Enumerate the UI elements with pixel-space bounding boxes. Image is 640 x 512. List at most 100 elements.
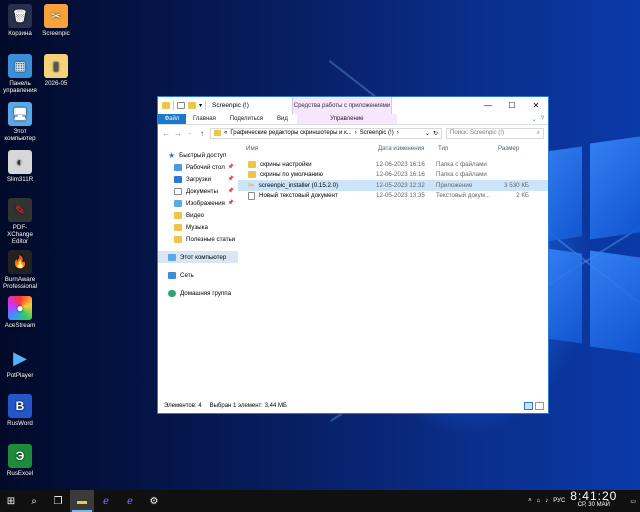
search-input[interactable]: Поиск: Screenpic (!) ⌕ (446, 127, 544, 139)
nav-documents[interactable]: Документы 📌 (158, 185, 238, 197)
taskbar-app-1[interactable]: ℯ (94, 490, 118, 512)
breadcrumb-separator-icon: › (354, 130, 357, 136)
chevron-down-icon[interactable]: ▾ (199, 102, 202, 109)
desktop-icon-control-panel[interactable]: ▦ Панель управления (0, 54, 40, 94)
close-button[interactable]: ✕ (524, 97, 548, 114)
tab-file[interactable]: Файл (158, 114, 186, 124)
taskbar-app-2[interactable]: ℯ (118, 490, 142, 512)
address-bar[interactable]: « Графические редакторы скриншотеры и к.… (210, 127, 442, 139)
start-button[interactable]: ⊞ (0, 490, 22, 512)
desktop-icon-acestream[interactable]: ● AceStream (0, 296, 40, 329)
context-tab-group: Средства работы с приложениями (292, 97, 392, 114)
column-type[interactable]: Тип (438, 145, 498, 152)
taskbar-explorer[interactable]: ▬ (70, 490, 94, 512)
nav-quick-access[interactable]: ★ Быстрый доступ (158, 149, 238, 161)
quick-access-toolbar: ▾ (158, 101, 207, 110)
nav-music[interactable]: Музыка (158, 221, 238, 233)
tab-view[interactable]: Вид (270, 114, 295, 124)
desktop-icon-burnaware[interactable]: 🔥 BurnAware Professional (0, 250, 40, 290)
taskbar-settings[interactable]: ⚙ (142, 490, 166, 512)
document-icon (174, 187, 182, 195)
language-indicator[interactable]: РУС (553, 498, 565, 504)
nav-network[interactable]: Сеть (158, 269, 238, 281)
clock[interactable]: 8:41:20 СР, 30 МАЙ (570, 490, 625, 510)
task-view-icon: ❐ (53, 495, 63, 507)
file-row-selected[interactable]: ✂ screenpic_installer (0.15.2.0) 12-05-20… (238, 180, 548, 191)
desktop-icon-potplayer[interactable]: ▶ PotPlayer (0, 346, 40, 380)
acestream-icon: ● (8, 296, 32, 320)
tab-share[interactable]: Поделиться (223, 114, 270, 124)
breadcrumb-separator-icon: › (396, 130, 399, 136)
slim-icon: ◐ (8, 150, 32, 174)
network-icon[interactable]: ⌂ (537, 498, 541, 504)
desktop-icon-screenpic[interactable]: ✂ Screenpic (36, 4, 76, 37)
breadcrumb-current[interactable]: Screenpic (!) (360, 130, 394, 136)
details-view-button[interactable] (524, 402, 533, 410)
volume-icon[interactable]: ♪ (545, 498, 548, 504)
gear-icon: ⚙ (149, 495, 159, 507)
nav-useful-articles[interactable]: Полезные статьи (158, 233, 238, 245)
network-icon (168, 271, 176, 279)
pin-icon: 📌 (227, 164, 234, 170)
desktop-icon-recycle-bin[interactable]: 🗑 Корзина (0, 4, 40, 37)
notifications-icon[interactable]: ▭ (630, 498, 636, 505)
properties-icon[interactable] (177, 102, 185, 109)
title-bar[interactable]: ▾ Screenpic (!) Средства работы с прилож… (158, 97, 548, 114)
pictures-icon (174, 199, 182, 207)
computer-icon (168, 253, 176, 261)
nav-homegroup[interactable]: Домашняя группа (158, 287, 238, 299)
forward-arrow-icon[interactable]: → (174, 129, 182, 138)
selection-info: Выбран 1 элемент: 3,44 МБ (209, 403, 287, 409)
address-dropdown-icon[interactable]: ⌄ (425, 130, 430, 137)
desktop-icon-pdf-xchange[interactable]: ✎ PDF-XChange Editor (0, 198, 40, 245)
tab-home[interactable]: Главная (186, 114, 223, 124)
breadcrumb-parent[interactable]: Графические редакторы скриншотеры и к... (230, 130, 351, 136)
help-icon[interactable]: ? (541, 116, 544, 122)
up-arrow-icon[interactable]: ↑ (198, 129, 206, 138)
search-button[interactable]: ⌕ (22, 490, 46, 512)
explorer-window[interactable]: ▾ Screenpic (!) Средства работы с прилож… (157, 96, 549, 414)
nav-videos[interactable]: Видео (158, 209, 238, 221)
nav-this-pc[interactable]: Этот компьютер (158, 251, 238, 263)
nav-downloads[interactable]: Загрузки 📌 (158, 173, 238, 185)
nav-pictures[interactable]: Изображения 📌 (158, 197, 238, 209)
pdf-icon: ✎ (8, 198, 32, 222)
item-count: Элементов: 4 (164, 403, 202, 409)
file-row[interactable]: Новый текстовый документ 12-05-2023 13:3… (238, 191, 548, 202)
large-icons-view-button[interactable] (535, 402, 544, 410)
folder-icon (174, 211, 182, 219)
desktop-icon-rusexcel[interactable]: Э RusExcel (0, 444, 40, 477)
task-view-button[interactable]: ❐ (46, 490, 70, 512)
zip-folder-icon: ▮ (44, 54, 68, 78)
file-row[interactable]: скрины по умолчанию 12-06-2023 16:16 Пап… (238, 170, 548, 181)
desktop-icon-2026-05[interactable]: ▮ 2026-05 (36, 54, 76, 87)
address-bar-row: ← → ⌄ ↑ « Графические редакторы скриншот… (158, 125, 548, 141)
file-explorer-icon: ▬ (77, 495, 87, 507)
control-panel-icon: ▦ (8, 54, 32, 78)
new-folder-icon[interactable] (188, 102, 196, 109)
tab-manage[interactable]: Управление (296, 114, 397, 124)
maximize-button[interactable]: ☐ (500, 97, 524, 114)
refresh-icon[interactable]: ↻ (433, 130, 438, 137)
column-date[interactable]: Дата изменения (378, 145, 438, 152)
desktop-icon-slim311r[interactable]: ◐ Slim311R (0, 150, 40, 183)
file-row[interactable]: скрины настройки 12-06-2023 16:16 Папка … (238, 159, 548, 170)
desktop-icon-this-pc[interactable]: 🖥 Этот компьютер (0, 102, 40, 142)
computer-icon: 🖥 (8, 102, 32, 126)
chevron-up-icon[interactable]: ˄ (528, 498, 532, 504)
expand-ribbon-icon[interactable]: ⌄ (532, 116, 537, 123)
recent-chevron-icon[interactable]: ⌄ (186, 130, 194, 136)
nav-desktop[interactable]: Рабочий стол 📌 (158, 161, 238, 173)
column-name[interactable]: Имя (246, 145, 378, 152)
folder-icon (248, 171, 256, 179)
column-size[interactable]: Размер (498, 145, 528, 152)
window-title: Screenpic (!) (212, 102, 249, 109)
column-headers: Имя Дата изменения Тип Размер (238, 141, 548, 155)
folder-icon (162, 102, 170, 109)
desktop-icon-rusword[interactable]: B RusWord (0, 394, 40, 427)
navigation-pane: ★ Быстрый доступ Рабочий стол 📌 Загрузки… (158, 141, 238, 399)
rusexcel-icon: Э (8, 444, 32, 468)
recycle-bin-icon: 🗑 (8, 4, 32, 28)
back-arrow-icon[interactable]: ← (162, 129, 170, 138)
minimize-button[interactable]: — (476, 97, 500, 114)
